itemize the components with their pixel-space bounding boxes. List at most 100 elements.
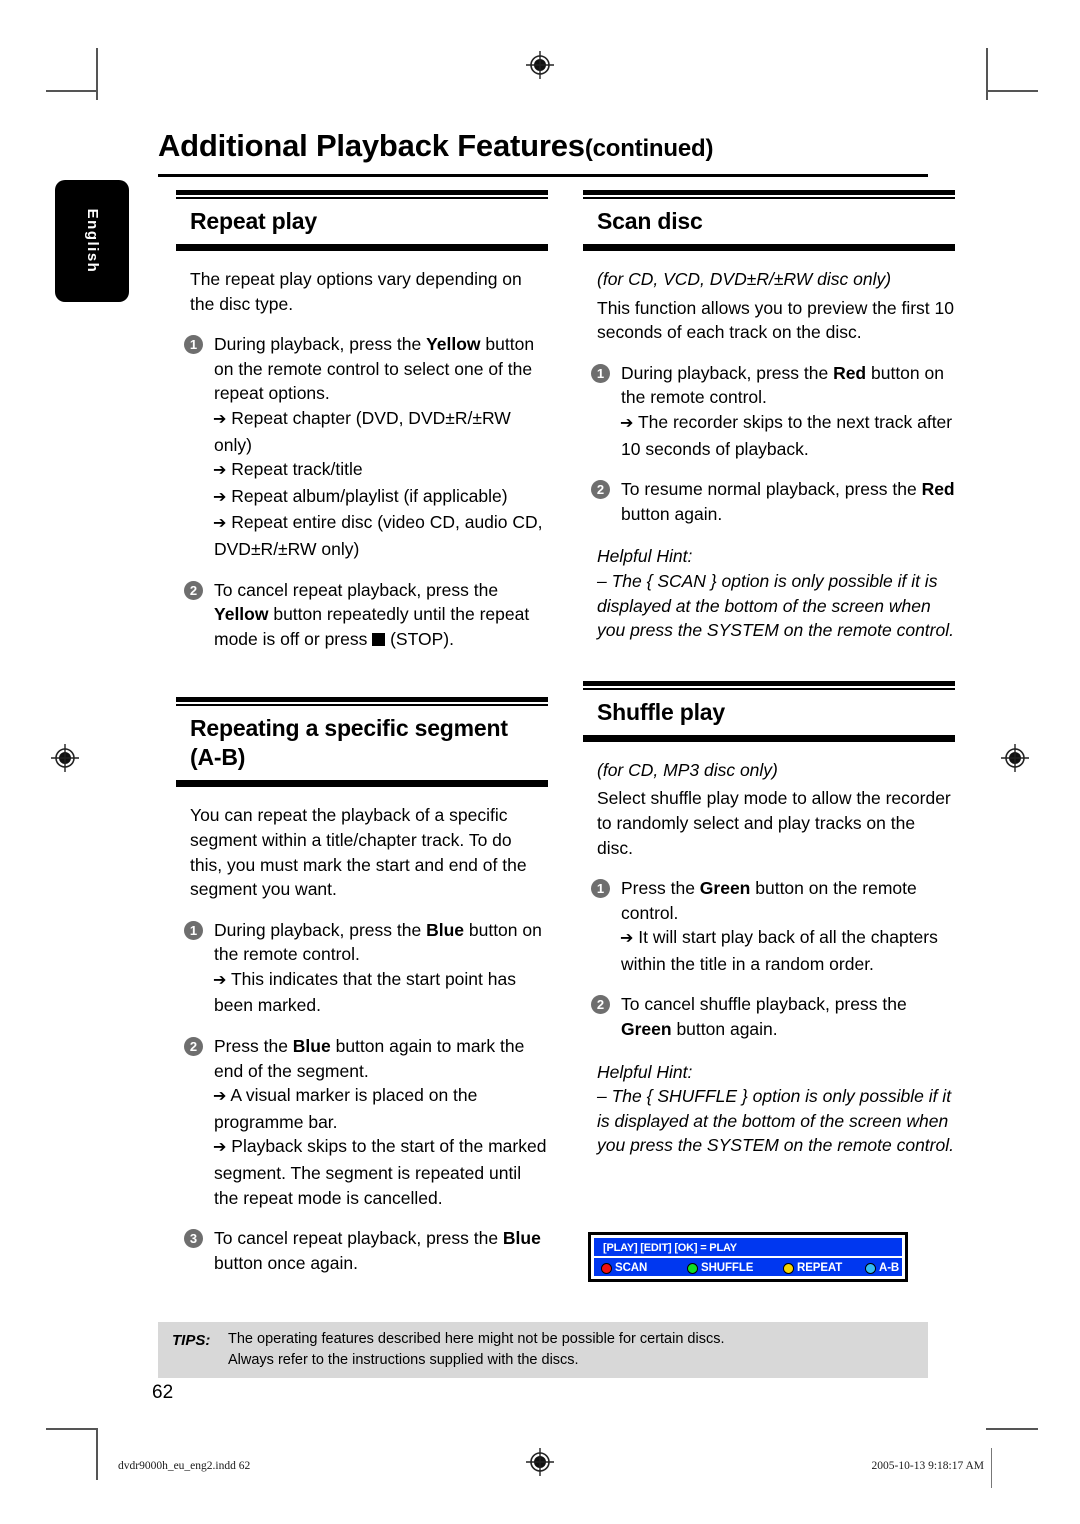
step-bold-keyword: Green (621, 1019, 672, 1040)
page-title: Additional Playback Features(continued) (158, 128, 928, 164)
step-sub-item: ➔ Playback skips to the start of the mar… (213, 1134, 548, 1210)
step-bold-keyword: Red (833, 362, 867, 383)
step-text-before: To resume normal playback, press the (621, 479, 922, 500)
step-sub-item: ➔ It will start play back of all the cha… (620, 925, 955, 976)
green-dot-icon (687, 1262, 698, 1274)
shuffle-play-hint-body: – The { SHUFFLE } option is only possibl… (597, 1086, 954, 1156)
step-number-badge: 3 (184, 1229, 203, 1249)
shuffle-play-step-1: 1 Press the Green button on the remote c… (583, 876, 955, 976)
language-tab: English (55, 180, 129, 302)
section-heading-repeat-play: Repeat play (190, 208, 317, 234)
step-number-badge: 2 (184, 1037, 203, 1057)
sub-item-text: The recorder skips to the next track aft… (621, 411, 953, 459)
manual-page: English Additional Playback Features(con… (0, 0, 1080, 1524)
sub-item-text: Playback skips to the start of the marke… (214, 1136, 547, 1208)
osd-status-line: [PLAY] [EDIT] [OK] = PLAY (594, 1238, 902, 1258)
step-bold-keyword: Blue (292, 1036, 331, 1057)
repeat-play-intro: The repeat play options vary depending o… (190, 269, 522, 314)
shuffle-play-hint-title: Helpful Hint: (597, 1061, 693, 1082)
page-number: 62 (152, 1382, 174, 1403)
scan-disc-step-2: 2 To resume normal playback, press the R… (583, 477, 955, 526)
step-text-before: To cancel shuffle playback, press the (621, 994, 907, 1015)
cyan-dot-icon (865, 1262, 876, 1274)
shuffle-play-step-2: 2 To cancel shuffle playback, press the … (583, 992, 955, 1041)
step-bold-keyword: Yellow (214, 604, 269, 625)
step-number-badge: 1 (591, 879, 610, 899)
arrow-right-icon: ➔ (213, 462, 227, 480)
sub-item-text: Repeat track/title (231, 459, 363, 480)
repeating-segment-step-3: 3 To cancel repeat playback, press the B… (176, 1226, 548, 1275)
step-text-before: Press the (621, 878, 700, 899)
osd-button-row: SCAN SHUFFLE REPEAT A-B (594, 1258, 902, 1278)
section-rule-bottom (176, 244, 548, 251)
shuffle-play-applies-to: (for CD, MP3 disc only) (597, 759, 778, 780)
section-heading-scan-disc: Scan disc (597, 208, 703, 234)
registration-mark-top (525, 50, 555, 80)
section-shuffle-play: Shuffle play (583, 680, 955, 742)
arrow-right-icon: ➔ (620, 930, 634, 948)
sub-item-text: A visual marker is placed on the program… (214, 1085, 478, 1132)
osd-button-ab-label: A-B (879, 1262, 900, 1274)
osd-button-scan-label: SCAN (615, 1262, 648, 1274)
section-rule-top (583, 190, 955, 199)
section-heading-line-2: (A-B) (190, 744, 246, 771)
step-sub-item: ➔ Repeat album/playlist (if applicable) (213, 484, 548, 511)
page-title-main: Additional Playback Features (158, 128, 585, 163)
scan-disc-intro: This function allows you to preview the … (597, 297, 954, 343)
crop-mark-bottom-left-h (46, 1428, 98, 1430)
osd-button-shuffle: SHUFFLE (687, 1258, 783, 1278)
language-tab-label: English (84, 208, 101, 274)
osd-screenshot: [PLAY] [EDIT] [OK] = PLAY SCAN SHUFFLE R… (588, 1232, 908, 1282)
print-footer-timestamp: 2005-10-13 9:18:17 AM (871, 1460, 984, 1472)
sub-item-text: Repeat entire disc (video CD, audio CD, … (214, 512, 543, 559)
osd-button-ab: A-B (865, 1258, 899, 1278)
step-number-badge: 2 (591, 480, 610, 500)
step-text-before: During playback, press the (214, 919, 427, 940)
shuffle-play-intro: Select shuffle play mode to allow the re… (597, 788, 951, 858)
osd-inner-panel: [PLAY] [EDIT] [OK] = PLAY SCAN SHUFFLE R… (594, 1238, 902, 1276)
print-footer-divider (991, 1448, 992, 1488)
step-text-before: Press the (214, 1036, 293, 1057)
tips-line-2: Always refer to the instructions supplie… (228, 1352, 579, 1368)
sub-item-text: Repeat chapter (DVD, DVD±R/±RW only) (214, 407, 511, 455)
title-rule (158, 174, 928, 177)
section-repeat-play: Repeat play (176, 190, 548, 251)
step-bold-keyword: Blue (502, 1228, 541, 1249)
section-rule-top (176, 697, 548, 707)
step-text-before: To cancel repeat playback, press the (214, 579, 499, 600)
arrow-right-icon: ➔ (213, 1088, 227, 1106)
page-title-continued: (continued) (584, 135, 714, 162)
section-scan-disc: Scan disc (583, 190, 955, 251)
scan-disc-applies-to: (for CD, VCD, DVD±R/±RW disc only) (597, 269, 892, 289)
osd-button-shuffle-label: SHUFFLE (701, 1262, 754, 1274)
arrow-right-icon: ➔ (620, 414, 634, 432)
osd-button-repeat-label: REPEAT (797, 1262, 843, 1274)
step-sub-item: ➔ The recorder skips to the next track a… (620, 410, 955, 461)
step-text-after: button again. (621, 503, 723, 524)
scan-disc-hint-body: – The { SCAN } option is only possible i… (597, 570, 954, 641)
tips-lines: The operating features described here mi… (158, 1329, 928, 1371)
arrow-right-icon: ➔ (213, 410, 227, 428)
step-sub-item: ➔ This indicates that the start point ha… (213, 967, 548, 1018)
left-column: Repeat play The repeat play options vary… (176, 190, 548, 1275)
arrow-right-icon: ➔ (213, 971, 227, 989)
step-bold-keyword: Green (699, 878, 751, 899)
right-column: Scan disc (for CD, VCD, DVD±R/±RW disc o… (583, 190, 955, 1158)
step-bold-keyword: Red (921, 479, 955, 500)
tips-line-1: The operating features described here mi… (228, 1331, 725, 1347)
sub-item-text: Repeat album/playlist (if applicable) (231, 485, 508, 506)
section-rule-top (176, 190, 548, 199)
stop-square-icon (372, 632, 386, 646)
osd-button-scan: SCAN (601, 1258, 687, 1278)
step-text-after: button again. (671, 1019, 778, 1040)
registration-mark-left (50, 743, 80, 773)
repeating-segment-intro: You can repeat the playback of a specifi… (190, 805, 527, 900)
registration-mark-right (1000, 743, 1030, 773)
step-bold-keyword: Blue (426, 919, 464, 940)
section-rule-bottom (176, 780, 548, 788)
section-heading-shuffle-play: Shuffle play (597, 698, 725, 725)
crop-mark-bottom-left-v (96, 1428, 98, 1480)
section-heading-repeating-segment: Repeating a specific segment (A-B) (176, 706, 548, 778)
step-bold-keyword: Yellow (426, 334, 481, 355)
step-sub-item: ➔ Repeat track/title (213, 457, 548, 484)
